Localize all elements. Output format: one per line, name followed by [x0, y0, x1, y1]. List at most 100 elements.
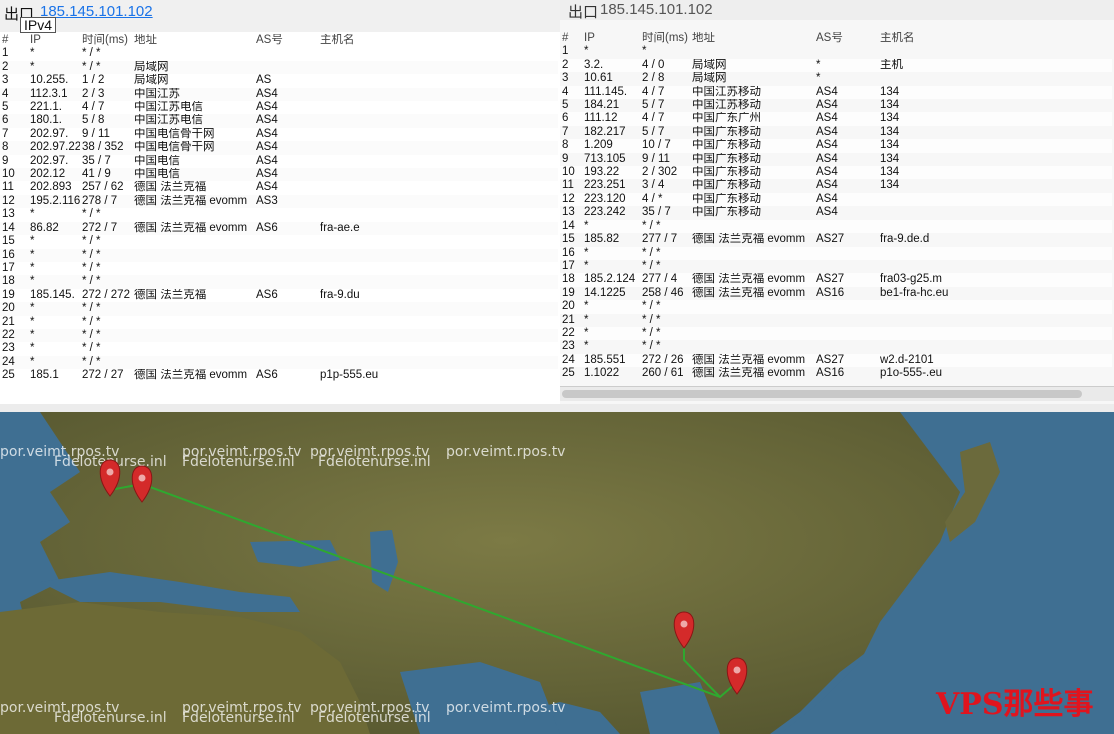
table-cell [318, 181, 558, 194]
table-cell: fra03-g25.m [878, 273, 1112, 287]
table-cell: * [584, 259, 589, 272]
table-row[interactable]: 8 202.97.22 38 / 352 中国电信骨干网 AS4 [0, 141, 558, 155]
table-cell: AS4 [254, 87, 318, 102]
table-row[interactable]: 7 202.97. 9 / 11 中国电信骨干网 AS4 [0, 128, 558, 141]
table-row[interactable]: 23 * * / * [560, 340, 1112, 353]
table-cell: 180.1. [28, 114, 80, 128]
table-cell: 23 [562, 340, 575, 353]
table-row[interactable]: 6 111.12 4 / 7 中国广东广州 AS4 134 [560, 112, 1112, 126]
watermark-text: por.veimt.rpos.tv [446, 444, 565, 460]
table-row[interactable]: 20 * * / * [0, 302, 558, 316]
table-cell: * / * [80, 275, 132, 289]
table-row[interactable]: 12195.2.1169278 / 7德国 法兰克福 evommAS3 [0, 194, 558, 209]
table-cell: 18 [560, 273, 582, 287]
table-row[interactable]: 11 202.893 257 / 62 德国 法兰克福 AS4 [0, 181, 558, 194]
table-row[interactable]: 20 * * / * [560, 300, 1112, 314]
table-row[interactable]: 9 713.105 9 / 11 中国广东移动 AS4 134 [560, 153, 1112, 166]
table-cell: AS6 [256, 369, 278, 382]
table-row[interactable]: 18 * * / * [0, 275, 558, 289]
table-cell [814, 314, 878, 327]
table-cell [878, 314, 1112, 327]
table-cell: 局域网 [692, 72, 727, 85]
route-map[interactable]: por.veimt.rpos.tv por.veimt.rpos.tv por.… [0, 412, 1114, 734]
table-row[interactable]: 16 * * / * [0, 248, 558, 262]
table-row[interactable]: 19 185.145. 272 / 272 德国 法兰克福 AS6 fra-9.du [0, 289, 558, 302]
table-cell: 2 [0, 60, 28, 75]
table-cell [132, 342, 254, 355]
scrollbar-thumb[interactable] [562, 390, 1082, 398]
table-row[interactable]: 15 * * / * [0, 235, 558, 248]
table-cell: 中国江苏电信 [132, 114, 254, 128]
table-cell: 5 [2, 101, 9, 114]
table-cell: 中国江苏移动 [690, 85, 814, 100]
table-row[interactable]: 10 202.12 41 / 9 中国电信 AS4 [0, 168, 558, 182]
table-row[interactable]: 24 185.551 272 / 26 德国 法兰克福 evomm AS27 w2.d-2… [560, 353, 1112, 368]
table-cell: 9 [2, 154, 9, 167]
table-row[interactable]: 13 223.242 35 / 7 中国广东移动 AS4 [560, 206, 1112, 219]
table-cell: 中国江苏 [132, 87, 254, 102]
table-cell: 14 [0, 221, 28, 236]
table-cell [132, 328, 254, 343]
table-cell: 5 [562, 99, 569, 112]
table-row[interactable]: 21 * * / * [560, 314, 1112, 327]
table-row[interactable]: 25 1.1022 260 / 61 德国 法兰克福 evomm AS16 p1o-555… [560, 367, 1112, 380]
table-row[interactable]: 1 * * / * [0, 47, 558, 60]
table-row[interactable]: 18 185.2.124 277 / 4 德国 法兰克福 evomm AS27 fra03… [560, 273, 1112, 287]
table-row[interactable]: 12 223.120 4 / * 中国广东移动 AS4 [560, 192, 1112, 207]
table-row[interactable]: 6 180.1. 5 / 8 中国江苏电信 AS4 [0, 114, 558, 128]
table-row[interactable]: 8 1.209 10 / 7 中国广东移动 AS4 134 [560, 139, 1112, 153]
table-cell: 22 [0, 328, 28, 343]
table-row[interactable]: 2 * * / * 局域网 [0, 60, 558, 75]
table-cell: 134 [878, 139, 1112, 153]
table-row[interactable]: 4 112.3.1 2 / 3 中国江苏 AS4 [0, 87, 558, 102]
table-cell: * [30, 47, 35, 60]
table-row[interactable]: 13 * * / * [0, 208, 558, 221]
table-header-cell: # [562, 32, 569, 44]
table-row[interactable]: 19 14.1225 258 / 46 德国 法兰克福 evomm AS16 be1-fr… [560, 287, 1112, 300]
table-cell [318, 316, 558, 329]
table-row[interactable]: 3 10.255. 1 / 2 局域网 AS [0, 74, 558, 87]
table-row[interactable]: 11 223.251 3 / 4 中国广东移动 AS4 134 [560, 179, 1112, 192]
table-cell: 10.255. [30, 74, 69, 87]
table-cell: p1o-555-.eu [880, 367, 943, 380]
table-row[interactable]: 3 10.61 2 / 8 局域网 * [560, 72, 1112, 85]
table-cell: fra-9.de.d [880, 233, 930, 246]
table-row[interactable]: 22 * * / * [560, 326, 1112, 341]
table-row[interactable]: 9 202.97. 35 / 7 中国电信 AS4 [0, 155, 558, 168]
table-cell [254, 328, 318, 343]
table-row[interactable]: 10 193.22 2 / 302 中国广东移动 AS4 134 [560, 166, 1112, 180]
pane-divider [0, 404, 1114, 412]
table-row[interactable]: 1 * * [560, 45, 1112, 58]
table-row[interactable]: 2 3.2. 4 / 0 局域网 * 主机 [560, 58, 1112, 73]
table-cell: 4 / 0 [640, 58, 690, 73]
table-row[interactable]: 24 * * / * [0, 355, 558, 370]
table-row[interactable]: 21 * * / * [0, 316, 558, 329]
table-cell [254, 302, 318, 316]
right-horizontal-scrollbar[interactable] [560, 386, 1114, 401]
table-row[interactable]: 5 221.1. 4 / 7 中国江苏电信 AS4 [0, 101, 558, 114]
table-row[interactable]: 23 * * / * [0, 342, 558, 355]
table-cell: 德国 法兰克福 evomm [692, 233, 806, 246]
table-cell: 257 / 62 [82, 181, 124, 194]
table-row[interactable]: 14 * * / * [560, 219, 1112, 234]
table-row[interactable]: 25 185.1 272 / 27 德国 法兰克福 evomm AS6 p1p-555.e… [0, 369, 558, 382]
table-row[interactable]: 7 182.217 5 / 7 中国广东移动 AS4 134 [560, 126, 1112, 139]
table-row[interactable]: 14 86.82 272 / 7 德国 法兰克福 evomm AS6 fra-ae.e [0, 221, 558, 236]
table-cell: 12 [0, 194, 28, 209]
table-cell: AS4 [816, 152, 838, 165]
left-target-ip-link[interactable]: 185.145.101.102 [40, 3, 153, 20]
table-cell: 15 [562, 233, 575, 246]
table-cell: 277 / 7 [642, 233, 678, 246]
table-row[interactable]: 15 185.82 277 / 7 德国 法兰克福 evomm AS27 fra-9.de… [560, 233, 1112, 246]
table-row[interactable]: 22 * * / * [0, 328, 558, 343]
table-cell: 10.61 [584, 72, 613, 85]
table-row[interactable]: 17 * * / * [0, 262, 558, 275]
table-cell: 11 [562, 179, 574, 192]
table-row[interactable]: 17 * * / * [560, 260, 1112, 273]
table-cell: 713.105 [584, 152, 626, 165]
table-cell: 185.1 [30, 369, 59, 382]
table-row[interactable]: 5 184.21 5 / 7 中国江苏移动 AS4 134 [560, 99, 1112, 112]
table-row[interactable]: 4 111.145. 4 / 7 中国江苏移动 AS4 134 [560, 85, 1112, 100]
table-row[interactable]: 16 * * / * [560, 246, 1112, 260]
table-cell: AS4 [816, 206, 838, 219]
